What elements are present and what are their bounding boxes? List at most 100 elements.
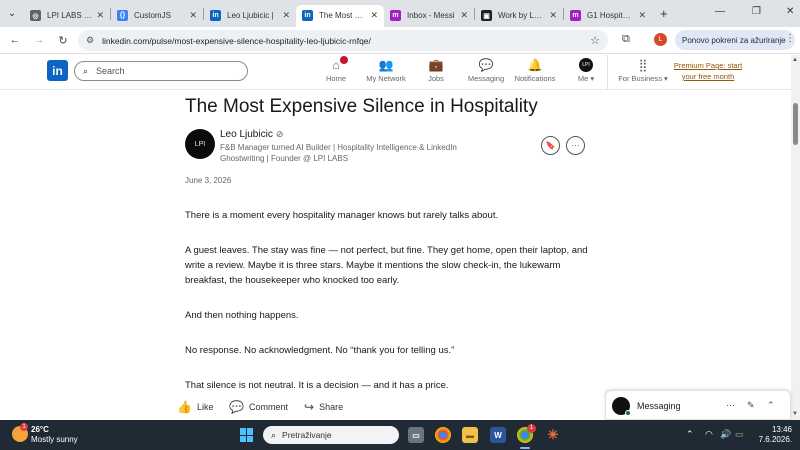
linkedin-header: in ⌕ Search ⌂ Home 👥 My Network 💼 Jobs 💬… (0, 55, 791, 90)
update-restart-button[interactable]: Ponovo pokreni za ažuriranje (675, 30, 795, 50)
back-icon[interactable]: ← (3, 34, 27, 46)
search-input[interactable]: ⌕ Search (74, 61, 248, 81)
compose-icon[interactable]: ✎ (747, 400, 755, 411)
browser-tab[interactable]: in The Most Exp ✕ (296, 4, 384, 27)
like-icon: 👍 (177, 400, 192, 414)
nav-divider (607, 55, 608, 89)
windows-start-icon[interactable] (240, 428, 254, 442)
article-paragraph: That silence is not neutral. It is a dec… (185, 380, 449, 391)
premium-line1: Premium Page: start (673, 61, 743, 70)
bookmark-star-icon[interactable]: ☆ (590, 34, 600, 47)
nav-for-business[interactable]: ⣿ For Business ▾ (613, 58, 673, 83)
page-scrollbar[interactable]: ▲ ▼ (791, 55, 800, 420)
nav-messaging-label: Messaging (467, 74, 505, 83)
messaging-label: Messaging (637, 401, 681, 411)
tab-favicon-icon: ▣ (481, 10, 492, 21)
comment-icon: 💬 (229, 400, 244, 414)
tab-label: Leo Ljubicic | (227, 11, 274, 20)
me-avatar: LPI (579, 58, 593, 72)
linkedin-logo[interactable]: in (47, 60, 68, 81)
comment-button[interactable]: 💬 Comment (229, 400, 288, 414)
chevron-up-icon[interactable]: ⌃ (767, 400, 775, 411)
article-paragraph: A guest leaves. The stay was fine — not … (185, 245, 588, 286)
browser-tab-bar: ⌄ ◎ LPI LABS — Pri ✕ {} CustomJS ✕ in Leo Ljubi… (0, 0, 800, 27)
comment-label: Comment (248, 402, 288, 412)
tab-close-icon[interactable]: ✕ (460, 10, 468, 21)
word-icon[interactable]: W (490, 427, 506, 443)
maximize-icon[interactable]: ❐ (752, 6, 761, 17)
browser-menu-icon[interactable]: ⋮ (785, 33, 795, 44)
tab-close-icon[interactable]: ✕ (549, 10, 557, 21)
clock-time: 13:46 (771, 425, 792, 434)
battery-icon[interactable]: ▭ (735, 429, 744, 440)
author-name[interactable]: Leo Ljubicic (220, 129, 273, 140)
browser-tab[interactable]: m Inbox - Messi ✕ (384, 5, 474, 27)
browser-tab[interactable]: ▣ Work by Leo | ✕ (475, 5, 563, 27)
nav-my-network-label: My Network (366, 74, 406, 83)
scroll-up-icon[interactable]: ▲ (792, 57, 798, 63)
profile-avatar[interactable]: L (654, 33, 667, 46)
premium-page-link[interactable]: Premium Page: start your free month (672, 60, 744, 82)
ellipsis-icon: ··· (571, 141, 580, 150)
chrome-icon[interactable] (435, 427, 451, 443)
verified-badge-icon: ⊘ (275, 129, 284, 139)
grid-icon: ⣿ (638, 58, 648, 72)
browser-tab[interactable]: in Leo Ljubicic | ✕ (204, 5, 296, 27)
tab-close-icon[interactable]: ✕ (282, 10, 290, 21)
scroll-down-icon[interactable]: ▼ (792, 411, 798, 417)
task-view-icon[interactable]: ▭ (408, 427, 424, 443)
reload-icon[interactable]: ↻ (51, 34, 75, 47)
online-status-dot (625, 410, 631, 416)
clock-date: 7.6.2026. (758, 435, 792, 444)
taskbar-clock[interactable]: 13:46 7.6.2026. (752, 425, 792, 445)
forward-icon[interactable]: → (27, 34, 51, 46)
search-placeholder: Search (96, 66, 125, 76)
nav-jobs-label: Jobs (428, 74, 444, 83)
tab-search-chevron-icon[interactable]: ⌄ (0, 0, 24, 27)
chrome-badge: 1 (527, 424, 536, 433)
volume-icon[interactable]: 🔊 (720, 429, 731, 440)
tab-close-icon[interactable]: ✕ (96, 10, 104, 21)
tab-close-icon[interactable]: ✕ (370, 10, 378, 21)
taskbar-search-input[interactable]: ⌕ Pretraživanje (263, 426, 399, 444)
messaging-more-icon[interactable]: ··· (726, 400, 735, 410)
save-bookmark-button[interactable]: 🔖 (541, 136, 560, 155)
minimize-icon[interactable]: — (715, 6, 725, 17)
article-paragraph: No response. No acknowledgment. No “than… (185, 345, 455, 356)
social-action-bar: 👍 Like 💬 Comment ↪ Share (0, 395, 600, 420)
new-tab-icon[interactable]: + (660, 6, 668, 21)
tray-chevron-icon[interactable]: ⌃ (686, 429, 694, 440)
claude-icon[interactable]: ✳ (545, 427, 561, 443)
nav-me-label: Me ▾ (577, 74, 595, 83)
tab-label: LPI LABS — Pri (47, 11, 92, 20)
article-paragraph: There is a moment every hospitality mana… (185, 210, 499, 221)
tab-label: The Most Exp (319, 11, 367, 20)
author-avatar[interactable]: LPI (185, 129, 215, 159)
like-button[interactable]: 👍 Like (177, 400, 213, 414)
url-text: linkedin.com/pulse/most-expensive-silenc… (102, 35, 371, 46)
wifi-icon[interactable]: ◠ (705, 429, 713, 440)
tab-label: Inbox - Messi (407, 11, 455, 20)
share-icon: ↪ (304, 400, 315, 414)
tab-favicon-icon: m (570, 10, 581, 21)
file-explorer-icon[interactable]: ▬ (462, 427, 478, 443)
browser-tab[interactable]: {} CustomJS ✕ (111, 5, 203, 27)
extensions-icon[interactable]: ⧉ (622, 33, 630, 46)
browser-tab[interactable]: ◎ LPI LABS — Pri ✕ (24, 5, 110, 27)
weather-description[interactable]: Mostly sunny (31, 435, 78, 444)
scroll-thumb[interactable] (793, 103, 798, 145)
tab-favicon-icon: {} (117, 10, 128, 21)
url-bar[interactable]: ⚙ linkedin.com/pulse/most-expensive-sile… (78, 30, 608, 51)
close-window-icon[interactable]: ✕ (786, 6, 794, 17)
more-options-button[interactable]: ··· (566, 136, 585, 155)
share-label: Share (319, 402, 344, 412)
weather-temperature[interactable]: 26°C (31, 425, 49, 434)
messaging-panel[interactable]: Messaging ··· ✎ ⌃ (605, 390, 791, 420)
tab-close-icon[interactable]: ✕ (189, 10, 197, 21)
tab-label: G1 Hospitality (587, 11, 635, 20)
share-button[interactable]: ↪ Share (304, 400, 343, 414)
tab-close-icon[interactable]: ✕ (638, 10, 646, 21)
active-app-indicator (520, 447, 530, 449)
browser-tab[interactable]: m G1 Hospitality ✕ (564, 5, 652, 27)
site-info-icon[interactable]: ⚙ (86, 35, 94, 46)
